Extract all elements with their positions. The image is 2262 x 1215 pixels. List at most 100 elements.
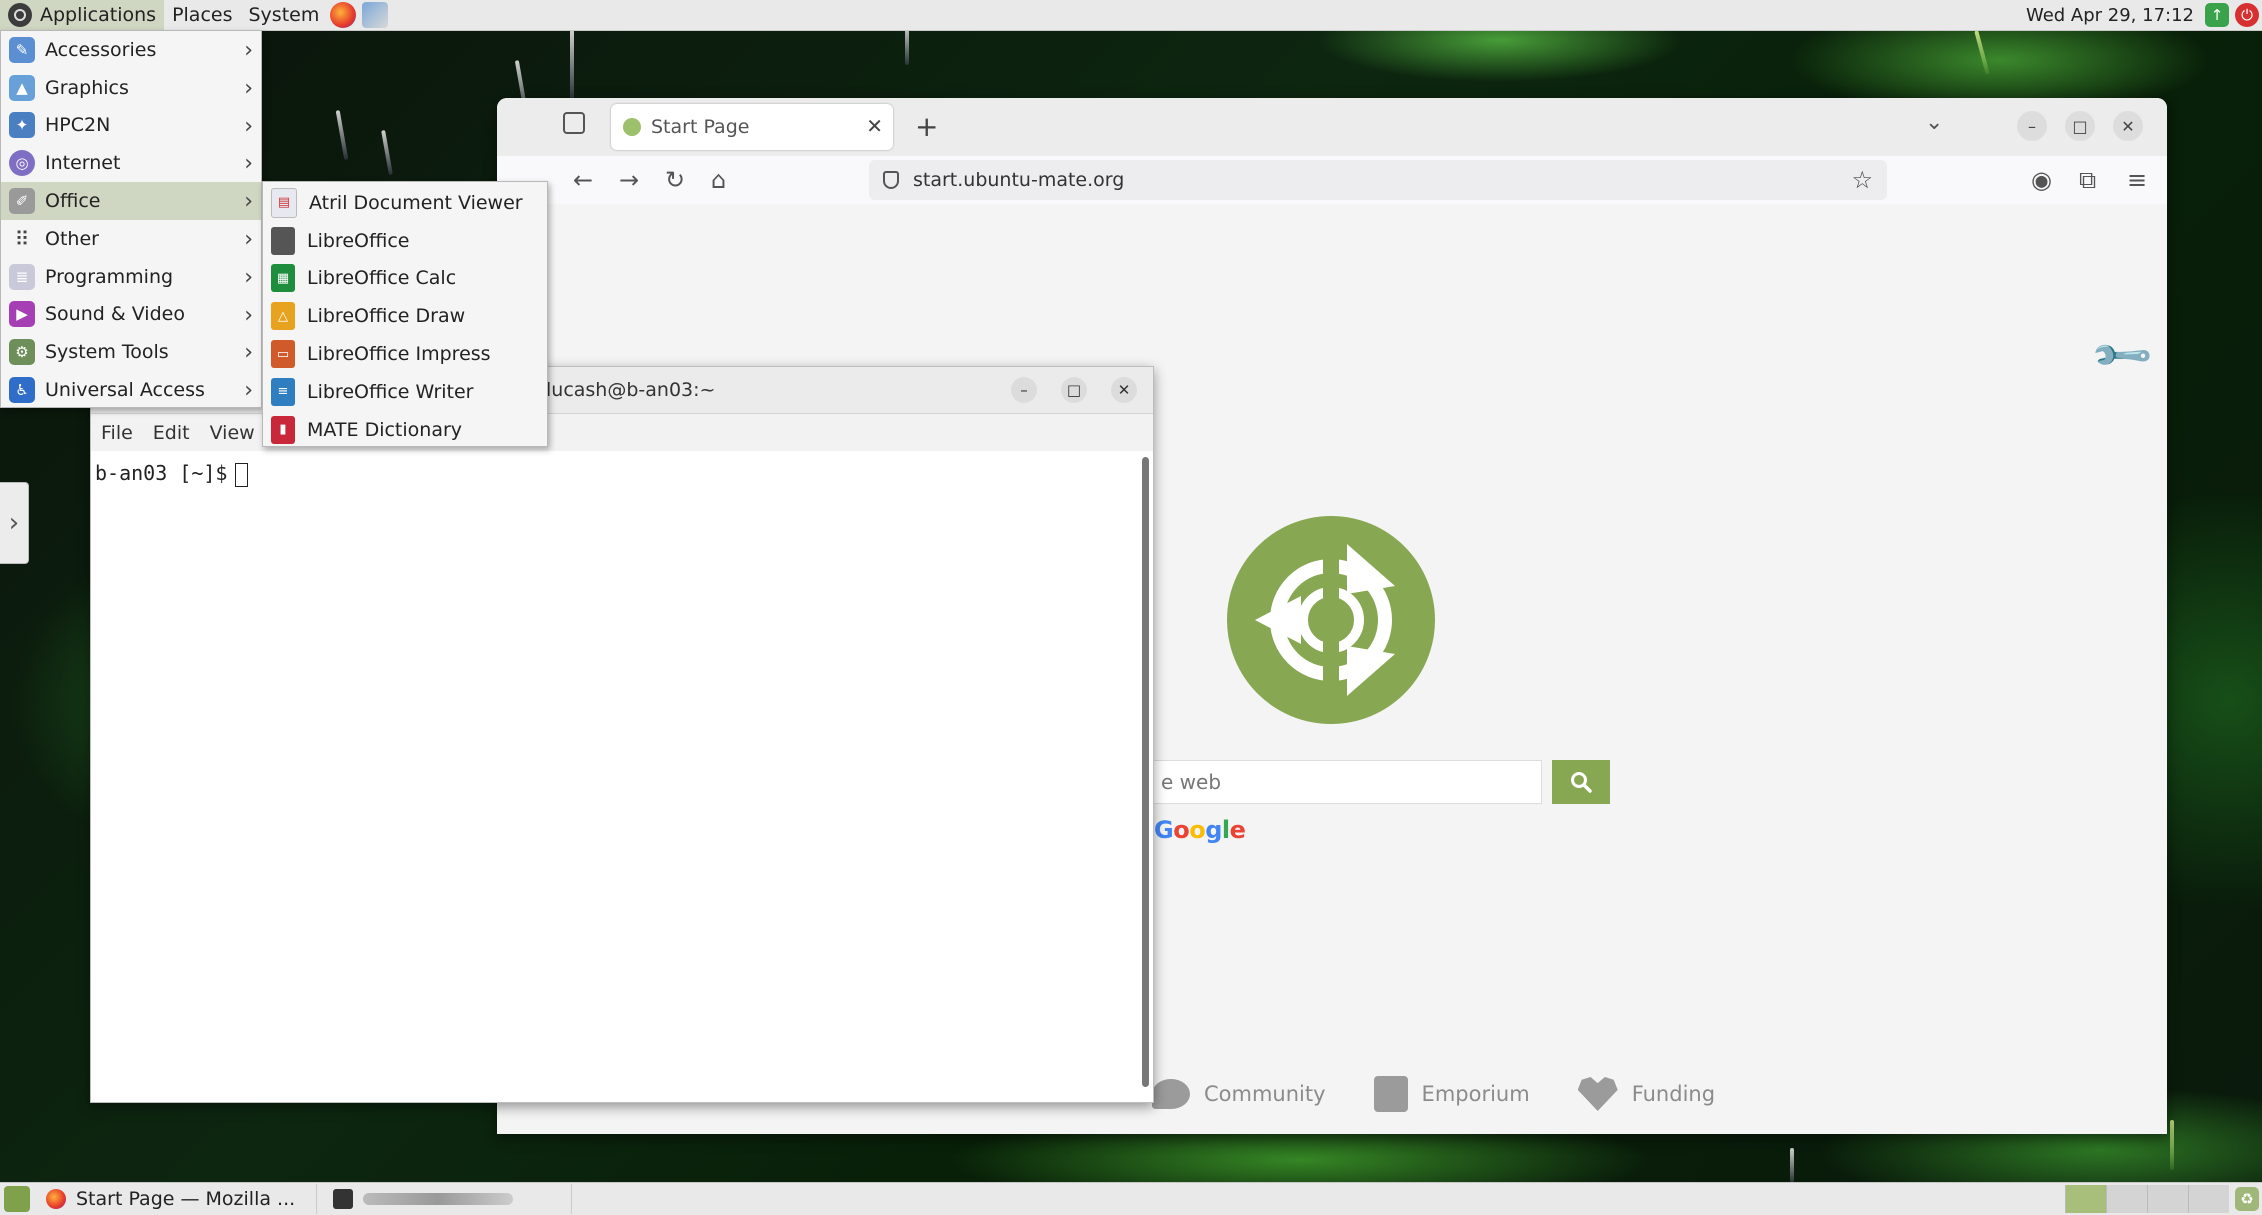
tab-start-page[interactable]: Start Page ✕ bbox=[611, 104, 893, 150]
tab-title: Start Page bbox=[651, 116, 750, 138]
trash-icon[interactable]: ♻ bbox=[2235, 1187, 2259, 1211]
new-tab-icon[interactable]: + bbox=[915, 110, 938, 143]
file-manager-launcher-icon[interactable] bbox=[362, 2, 389, 28]
search-button[interactable] bbox=[1552, 760, 1610, 804]
terminal-cursor bbox=[235, 462, 249, 487]
back-icon[interactable]: ← bbox=[573, 166, 593, 194]
bookmark-star-icon[interactable]: ☆ bbox=[1851, 166, 1873, 194]
places-menu[interactable]: Places bbox=[164, 0, 240, 30]
menu-item-libreoffice-impress[interactable]: ▭ LibreOffice Impress bbox=[263, 335, 547, 373]
libreoffice-impress-icon: ▭ bbox=[271, 340, 295, 369]
minimize-button[interactable]: – bbox=[2017, 111, 2047, 141]
menu-item-label: Internet bbox=[45, 152, 121, 175]
power-icon[interactable]: ⏻ bbox=[2235, 3, 2259, 27]
wallpaper-streak bbox=[1790, 1148, 1794, 1183]
close-tab-icon[interactable]: ✕ bbox=[866, 114, 883, 138]
menu-item-mate-dictionary[interactable]: ▮ MATE Dictionary bbox=[263, 411, 547, 449]
menu-item-universal-access[interactable]: ♿ Universal Access › bbox=[1, 371, 261, 409]
terminal-menu-edit[interactable]: Edit bbox=[153, 422, 190, 444]
workspace-4[interactable] bbox=[2188, 1185, 2229, 1213]
terminal-menu-view[interactable]: View bbox=[210, 422, 255, 444]
wrench-icon[interactable]: 🔧 bbox=[2088, 321, 2156, 390]
wallpaper-streak bbox=[570, 30, 574, 100]
menu-item-label: LibreOffice Calc bbox=[307, 267, 457, 290]
menu-item-programming[interactable]: ≣ Programming › bbox=[1, 258, 261, 296]
chat-bubbles-icon bbox=[1152, 1079, 1190, 1109]
navigation-toolbar: ← → ↻ ⌂ start.ubuntu-mate.org ☆ ◉ ⧉ ≡ bbox=[497, 156, 2167, 205]
forward-icon[interactable]: → bbox=[619, 166, 639, 194]
menu-item-atril[interactable]: ▤ Atril Document Viewer bbox=[263, 184, 547, 222]
terminal-menu-file[interactable]: File bbox=[101, 422, 133, 444]
terminal-close-button[interactable]: ✕ bbox=[1111, 377, 1137, 403]
menu-item-hpc2n[interactable]: ✦ HPC2N › bbox=[1, 107, 261, 145]
taskbar-item-terminal[interactable] bbox=[325, 1184, 572, 1214]
home-icon[interactable]: ⌂ bbox=[711, 166, 726, 194]
chevron-down-icon[interactable]: ⌄ bbox=[1925, 110, 1943, 135]
menu-item-label: Programming bbox=[45, 265, 174, 288]
url-bar[interactable]: start.ubuntu-mate.org ☆ bbox=[869, 160, 1887, 200]
menu-item-libreoffice-calc[interactable]: ▦ LibreOffice Calc bbox=[263, 260, 547, 298]
workspace-1[interactable] bbox=[2065, 1185, 2106, 1213]
terminal-minimize-button[interactable]: – bbox=[1011, 377, 1037, 403]
top-panel: Applications Places System Wed Apr 29, 1… bbox=[0, 0, 2262, 31]
terminal-icon bbox=[333, 1189, 353, 1209]
url-text: start.ubuntu-mate.org bbox=[913, 169, 1125, 191]
menu-item-libreoffice-writer[interactable]: ≡ LibreOffice Writer bbox=[263, 373, 547, 411]
side-panel-handle[interactable]: › bbox=[0, 482, 29, 564]
libreoffice-writer-icon: ≡ bbox=[271, 377, 295, 406]
menu-item-label: LibreOffice bbox=[307, 229, 410, 252]
community-link[interactable]: Community bbox=[1152, 1079, 1326, 1109]
menu-item-accessories[interactable]: ✎ Accessories › bbox=[1, 31, 261, 69]
menu-item-sound-video[interactable]: ▶ Sound & Video › bbox=[1, 296, 261, 334]
universal-access-icon: ♿ bbox=[9, 377, 35, 404]
mate-dictionary-icon: ▮ bbox=[271, 415, 295, 444]
system-tools-icon: ⚙ bbox=[9, 339, 35, 366]
tracking-shield-icon[interactable] bbox=[883, 171, 899, 189]
menu-item-libreoffice-draw[interactable]: △ LibreOffice Draw bbox=[263, 297, 547, 335]
maximize-button[interactable]: □ bbox=[2065, 111, 2095, 141]
funding-label: Funding bbox=[1631, 1082, 1716, 1106]
terminal-scrollbar[interactable] bbox=[1142, 457, 1149, 1087]
firefox-launcher-icon[interactable] bbox=[330, 2, 357, 28]
wallpaper-streak bbox=[381, 129, 393, 176]
clock[interactable]: Wed Apr 29, 17:12 bbox=[2026, 5, 2194, 26]
menu-item-label: Atril Document Viewer bbox=[309, 191, 523, 214]
menu-item-label: System Tools bbox=[45, 341, 169, 364]
terminal-maximize-button[interactable]: □ bbox=[1061, 377, 1087, 403]
tab-list-icon[interactable] bbox=[563, 112, 585, 134]
funding-link[interactable]: Funding bbox=[1577, 1077, 1716, 1111]
menu-item-system-tools[interactable]: ⚙ System Tools › bbox=[1, 333, 261, 371]
applications-menu[interactable]: Applications bbox=[0, 0, 165, 30]
community-label: Community bbox=[1204, 1082, 1326, 1106]
firefox-icon bbox=[46, 1189, 66, 1209]
start-page-links: Community Emporium Funding bbox=[1152, 1076, 1763, 1112]
other-icon: ⠿ bbox=[14, 226, 30, 251]
close-window-button[interactable]: ✕ bbox=[2113, 111, 2143, 141]
chevron-right-icon: › bbox=[244, 189, 253, 215]
update-notifier-icon[interactable]: ↑ bbox=[2205, 3, 2229, 27]
hamburger-menu-icon[interactable]: ≡ bbox=[2127, 166, 2147, 194]
chevron-right-icon: › bbox=[244, 226, 253, 252]
menu-item-internet[interactable]: ◎ Internet › bbox=[1, 144, 261, 182]
wallpaper-streak bbox=[1974, 30, 1990, 75]
menu-item-office[interactable]: ✐ Office › bbox=[1, 182, 261, 220]
menu-item-libreoffice[interactable]: LibreOffice bbox=[263, 222, 547, 260]
account-icon[interactable]: ◉ bbox=[2031, 166, 2052, 194]
terminal-title: lucash@b-an03:~ bbox=[546, 379, 716, 401]
taskbar-item-firefox[interactable]: Start Page — Mozilla ... bbox=[38, 1184, 317, 1214]
show-desktop-icon[interactable] bbox=[4, 1186, 30, 1212]
menu-item-label: Sound & Video bbox=[45, 303, 185, 326]
chevron-right-icon: › bbox=[244, 264, 253, 290]
menu-item-other[interactable]: ⠿ Other › bbox=[1, 220, 261, 258]
extensions-icon[interactable]: ⧉ bbox=[2079, 166, 2096, 194]
emporium-link[interactable]: Emporium bbox=[1373, 1076, 1530, 1112]
reload-icon[interactable]: ↻ bbox=[665, 166, 685, 194]
menu-item-graphics[interactable]: ▲ Graphics › bbox=[1, 69, 261, 107]
chevron-right-icon: › bbox=[244, 151, 253, 177]
search-icon bbox=[1571, 772, 1592, 793]
search-input[interactable]: e web bbox=[1152, 760, 1542, 804]
terminal-body[interactable]: b-an03 [~]$ bbox=[91, 451, 1153, 1102]
workspace-2[interactable] bbox=[2106, 1185, 2147, 1213]
workspace-3[interactable] bbox=[2147, 1185, 2188, 1213]
system-menu[interactable]: System bbox=[240, 0, 327, 30]
